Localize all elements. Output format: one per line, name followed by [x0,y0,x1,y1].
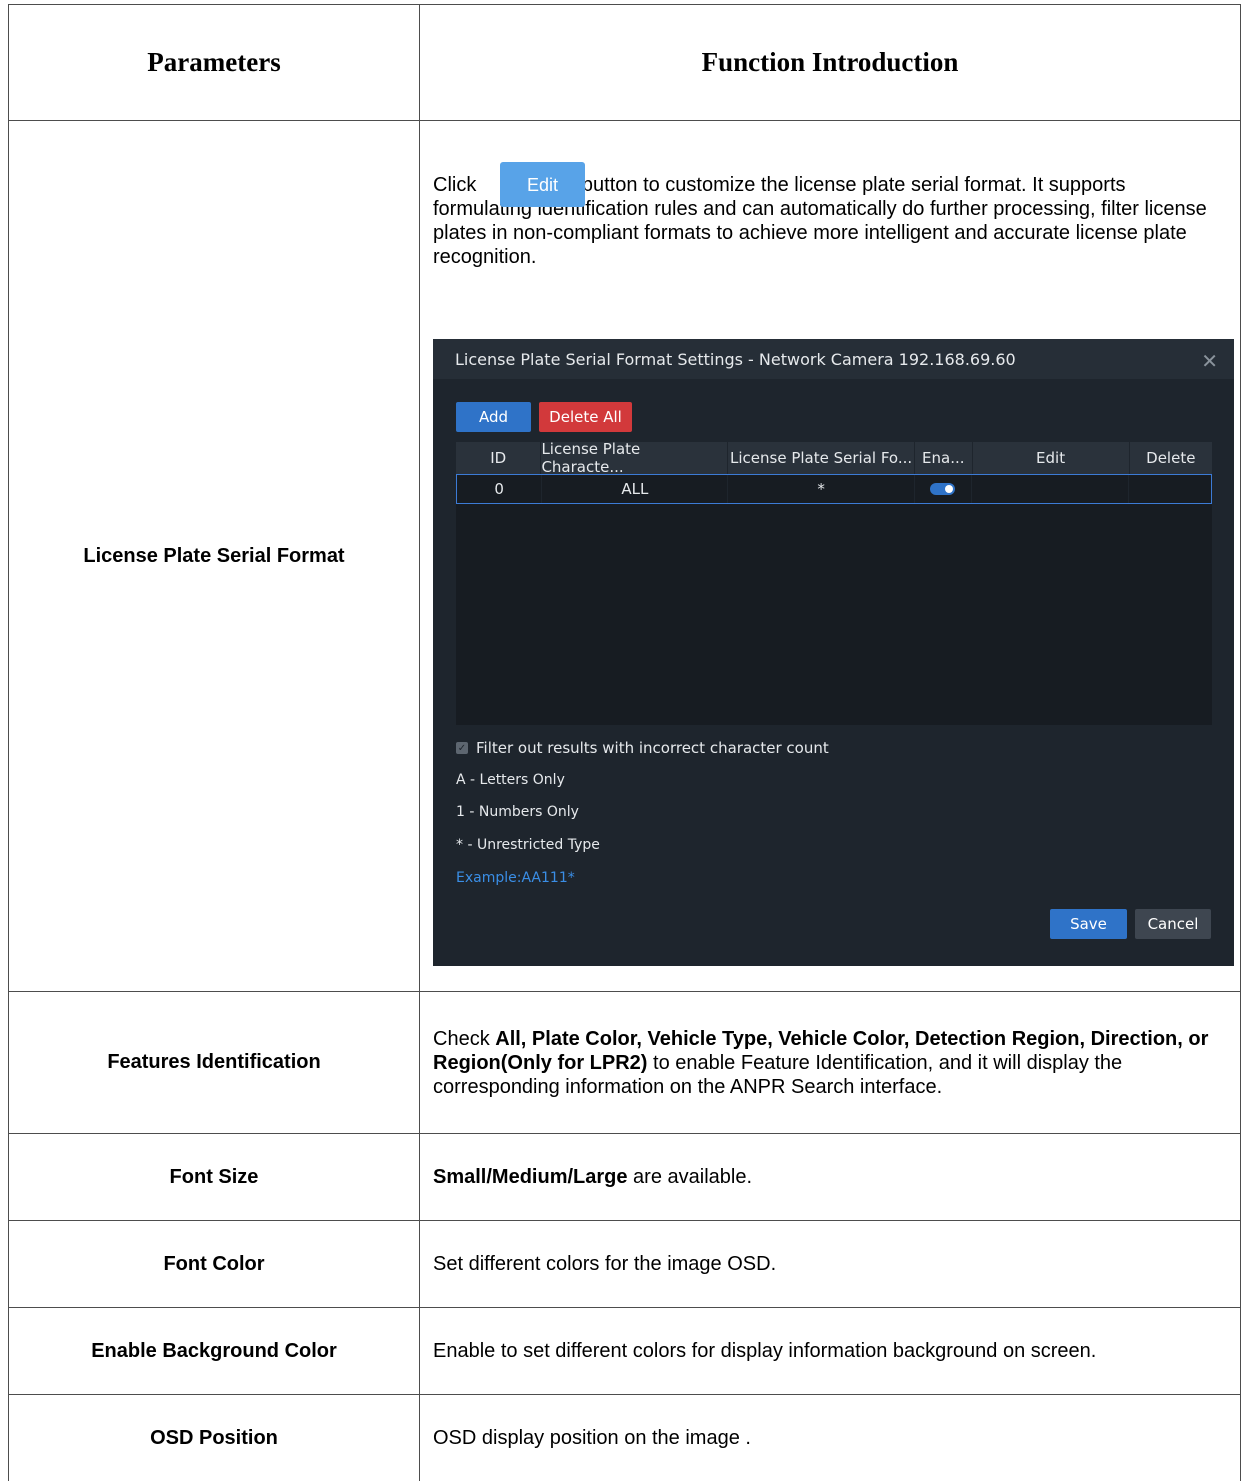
desc-features-identification: Check All, Plate Color, Vehicle Type, Ve… [420,992,1241,1134]
desc-osd-position: OSD display position on the image . [420,1395,1241,1481]
table-row[interactable]: 0 ALL * [456,474,1212,504]
param-font-color: Font Color [9,1221,420,1308]
table-row: Features Identification Check All, Plate… [9,992,1241,1134]
column-edit: Edit [973,442,1130,474]
desc-bold: Small/Medium/Large [433,1166,628,1188]
param-osd-position: OSD Position [9,1395,420,1481]
column-serial-format: License Plate Serial Fo... [728,442,915,474]
column-delete: Delete [1130,442,1212,474]
desc-font-size: Small/Medium/Large are available. [420,1134,1241,1221]
desc-prefix: Check [433,1028,495,1050]
parameters-table: Parameters Function Introduction License… [8,4,1241,1481]
desc-font-color: Set different colors for the image OSD. [420,1221,1241,1308]
row-id: 0 [457,475,542,503]
table-header-row: Parameters Function Introduction [9,5,1241,121]
filter-label: Filter out results with incorrect charac… [476,739,829,757]
serial-format-dialog-screenshot: License Plate Serial Format Settings - N… [433,339,1234,966]
legend-letters: A - Letters Only [456,772,565,788]
legend-numbers: 1 - Numbers Only [456,804,579,820]
table-row: License Plate Serial Format Click Edit b… [9,121,1241,992]
example-text: Example:AA111* [456,870,575,886]
intro-prefix: Click [433,174,476,196]
delete-all-button[interactable]: Delete All [539,402,632,432]
cancel-button[interactable]: Cancel [1135,909,1211,939]
desc-license-plate-serial-format: Click Edit button to customize the licen… [420,121,1241,992]
edit-button-illustration: Edit [500,162,585,207]
save-button[interactable]: Save [1050,909,1127,939]
table-row: OSD Position OSD display position on the… [9,1395,1241,1481]
desc-suffix: are available. [628,1166,753,1188]
table-row: Font Color Set different colors for the … [9,1221,1241,1308]
header-function-introduction: Function Introduction [420,5,1241,121]
column-characters: License Plate Characte... [541,442,728,474]
add-button[interactable]: Add [456,402,531,432]
enable-toggle[interactable] [930,483,955,495]
param-font-size: Font Size [9,1134,420,1221]
row-enable-cell [915,475,972,503]
serial-format-table-header: ID License Plate Characte... License Pla… [456,442,1212,474]
desc-enable-background-color: Enable to set different colors for displ… [420,1308,1241,1395]
legend-unrestricted: * - Unrestricted Type [456,837,600,853]
column-enable: Ena... [915,442,973,474]
row-edit-cell[interactable] [972,475,1129,503]
row-characters: ALL [542,475,728,503]
intro-text: Click Edit button to customize the licen… [433,173,1223,269]
param-enable-background-color: Enable Background Color [9,1308,420,1395]
serial-format-table: ID License Plate Characte... License Pla… [456,442,1212,725]
table-row: Enable Background Color Enable to set di… [9,1308,1241,1395]
header-parameters: Parameters [9,5,420,121]
param-features-identification: Features Identification [9,992,420,1134]
param-license-plate-serial-format: License Plate Serial Format [9,121,420,992]
row-delete-cell[interactable] [1129,475,1211,503]
filter-checkbox-line[interactable]: ✓ Filter out results with incorrect char… [456,739,829,757]
close-icon[interactable]: ✕ [1201,349,1218,373]
row-format: * [728,475,914,503]
dialog-title: License Plate Serial Format Settings - N… [455,350,1016,369]
checkbox-checked-icon[interactable]: ✓ [456,742,468,754]
column-id: ID [456,442,541,474]
table-row: Font Size Small/Medium/Large are availab… [9,1134,1241,1221]
dialog-title-bar: License Plate Serial Format Settings - N… [433,339,1234,379]
